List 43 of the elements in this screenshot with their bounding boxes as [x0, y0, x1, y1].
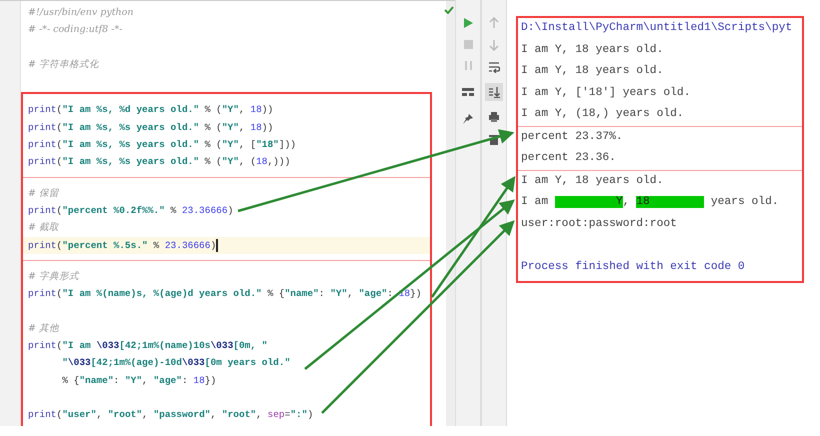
scroll-to-end-button[interactable] — [485, 83, 503, 101]
console-output-text: years old. — [710, 196, 779, 208]
code-comment: # 截取 — [27, 221, 60, 236]
code-line: print("I am \033[42;1m%(name)10s\033[0m, " — [28, 339, 268, 354]
printer-icon[interactable] — [488, 111, 500, 123]
console-output-line: I am Y, ['18'] years old. — [521, 86, 692, 100]
run-icon[interactable] — [462, 17, 474, 29]
highlighted-output-text: Y — [554, 196, 623, 208]
console-exit-message: Process finished with exit code 0 — [521, 260, 746, 274]
code-line: print("I am %s, %d years old." % ("Y", 18)) — [28, 103, 274, 118]
console-output-text: I am — [521, 196, 550, 208]
console-output-line: I am Y, (18,) years old. — [521, 106, 685, 122]
code-line: % {"name": "Y", "age": 18}) — [61, 374, 216, 388]
code-line: print("I am %s, %s years old." % ("Y", 18)) — [28, 120, 274, 135]
code-line: print("percent %.5s." % 23.36666) — [28, 238, 216, 253]
console-output-text: , — [622, 196, 630, 208]
console-command: D:\Install\PyCharm\untitled1\Scripts\pyt — [521, 20, 794, 36]
code-editor[interactable] — [0, 0, 455, 426]
console-output-line: percent 23.36. — [521, 151, 617, 166]
code-line: print("user", "root", "password", "root", sep=":") — [28, 408, 314, 422]
code-line: print("I am %s, %s years old." % ("Y", (18,))) — [28, 155, 290, 170]
console-output-line: I am Y, 18 years old. — [521, 64, 664, 79]
pin-icon[interactable] — [462, 113, 474, 125]
code-comment: # 其他 — [27, 322, 60, 336]
console-output-line: I am Y, 18 years old. — [521, 42, 664, 58]
code-comment: # 字典形式 — [27, 270, 80, 284]
code-comment: # -*- coding:utf8 -*- — [27, 23, 124, 38]
code-comment: #!/usr/bin/env python — [27, 6, 135, 20]
wrap-icon[interactable] — [488, 61, 500, 73]
code-comment: # 保留 — [27, 186, 60, 201]
code-line: print("I am %s, %s years old." % ("Y", ["18"])) — [28, 138, 296, 152]
highlighted-output-text: 18 — [636, 196, 704, 208]
layout-icon[interactable] — [462, 87, 474, 97]
check-icon — [444, 6, 454, 14]
scrollbar[interactable] — [446, 1, 455, 426]
trash-icon[interactable] — [489, 133, 499, 145]
console-output-line: I am Y, 18 years old. — [521, 174, 664, 188]
code-line: "\033[42;1m%(age)-10d\033[0m years old." — [61, 356, 290, 370]
console-output-line: user:root:password:root — [521, 216, 678, 232]
console-output-line: percent 23.37%. — [521, 130, 624, 144]
text-cursor — [216, 238, 218, 252]
code-comment: # 字符串格式化 — [27, 58, 100, 72]
code-line: print("percent %0.2f%%." % 23.36666) — [28, 204, 234, 218]
